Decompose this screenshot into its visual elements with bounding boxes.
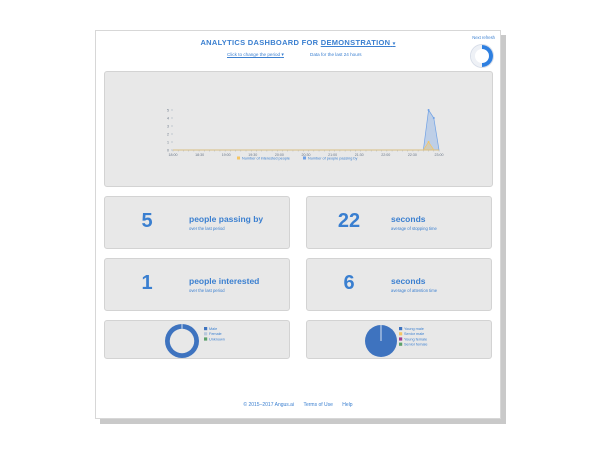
- x-tick-label: 22:30: [408, 153, 417, 157]
- stat-card-passing: 5 people passing by over the last period: [104, 196, 290, 249]
- stat-value: 22: [337, 210, 361, 232]
- stat-sublabel: average of attention time: [391, 288, 438, 293]
- x-tick-label: 18:30: [195, 153, 204, 157]
- y-tick-label: 4: [167, 116, 169, 120]
- x-tick-label: 23:00: [435, 153, 444, 157]
- legend-swatch: [399, 332, 403, 336]
- age-pie-chart: Young maleSenior maleYoung female Senior …: [365, 325, 427, 357]
- age-chart-panel: Young male Senior male Young female Senior …: [306, 320, 492, 359]
- legend-label: Senior male: [404, 332, 424, 336]
- stat-card-interested: 1 people interested over the last period: [104, 258, 290, 311]
- chevron-down-icon: ▾: [392, 41, 396, 47]
- x-tick-label: 19:00: [222, 153, 231, 157]
- stat-label: people passing by: [189, 214, 264, 224]
- stat-sublabel: average of stopping time: [391, 226, 437, 231]
- stat-value: 1: [141, 272, 153, 294]
- help-link[interactable]: Help: [342, 402, 352, 408]
- footer: © 2015–2017 Angus.ai Terms of Use Help: [96, 402, 500, 408]
- chevron-down-icon: ▾: [281, 52, 284, 58]
- legend-swatch: [204, 327, 208, 331]
- series-area: [173, 141, 439, 151]
- y-tick-label: 3: [167, 124, 169, 128]
- stat-card-attention-time: 6 seconds average of attention time: [306, 258, 492, 311]
- next-refresh-gauge: [471, 45, 493, 67]
- legend-swatch: [237, 156, 240, 160]
- x-tick-label: 22:00: [381, 153, 390, 157]
- data-point: [432, 117, 435, 119]
- app-selector[interactable]: DEMONSTRATION ▾: [321, 38, 396, 47]
- title-prefix: ANALYTICS DASHBOARD FOR: [200, 38, 319, 47]
- y-tick-label: 1: [167, 140, 169, 144]
- dashboard-page: ANALYTICS DASHBOARD FOR DEMONSTRATION ▾ …: [95, 30, 501, 419]
- next-refresh-label: Next refresh: [472, 35, 495, 40]
- stat-label: seconds: [391, 214, 426, 224]
- legend-swatch: [204, 332, 208, 336]
- legend-swatch: [399, 337, 403, 341]
- page-title: ANALYTICS DASHBOARD FOR DEMONSTRATION ▾: [96, 38, 500, 47]
- y-tick-label: 2: [167, 132, 169, 136]
- legend-label: Male: [209, 327, 217, 331]
- stat-label: people interested: [189, 276, 260, 286]
- y-tick-label: 0: [167, 148, 169, 152]
- legend-label: Number of interested people: [242, 156, 290, 160]
- gender-chart-panel: Male Female Unknown: [104, 320, 290, 359]
- x-tick-label: 18:00: [169, 153, 178, 157]
- legend-swatch: [399, 342, 403, 346]
- timeline-chart-panel: 0 1 2 3 4 5 18:00 18:30 19:00 19:30 20:00 20:30 21:0…: [104, 71, 493, 187]
- series-area: [173, 109, 440, 151]
- legend-label: Female: [209, 332, 222, 336]
- legend-label: Senior female: [404, 343, 427, 347]
- app-name: DEMONSTRATION: [320, 38, 391, 47]
- stat-value: 6: [343, 272, 355, 294]
- legend-label: Young female: [404, 337, 427, 341]
- legend-label: Number of people passing by: [308, 156, 357, 160]
- donut-hole: [169, 328, 195, 354]
- legend-label: Unknown: [209, 337, 225, 341]
- legend-swatch: [204, 337, 208, 341]
- data-point: [427, 141, 430, 143]
- copyright: © 2015–2017 Angus.ai: [243, 402, 295, 408]
- timeline-chart: 01234518:00 18:30 19:00 19:30 20:00 20:30 21:0…: [167, 108, 444, 160]
- stat-value: 5: [141, 210, 153, 232]
- terms-link[interactable]: Terms of Use: [303, 402, 332, 408]
- stat-card-stopping-time: 22 seconds average of stopping time: [306, 196, 492, 249]
- change-period-link[interactable]: Click to change the period ▾: [227, 52, 284, 58]
- range-text: Data for the last 24 hours: [310, 52, 362, 57]
- data-point: [427, 109, 430, 111]
- stat-sublabel: over the last period: [189, 288, 225, 293]
- y-tick-label: 5: [167, 108, 169, 112]
- legend-swatch: [399, 327, 403, 331]
- stat-sublabel: over the last period: [189, 226, 225, 231]
- legend-swatch: [303, 156, 306, 160]
- stat-label: seconds: [391, 276, 426, 286]
- legend-label: Young male: [404, 327, 424, 331]
- period-link-text: Click to change the period: [227, 52, 281, 57]
- gender-donut-chart: MaleFemaleUnknown: [165, 324, 225, 358]
